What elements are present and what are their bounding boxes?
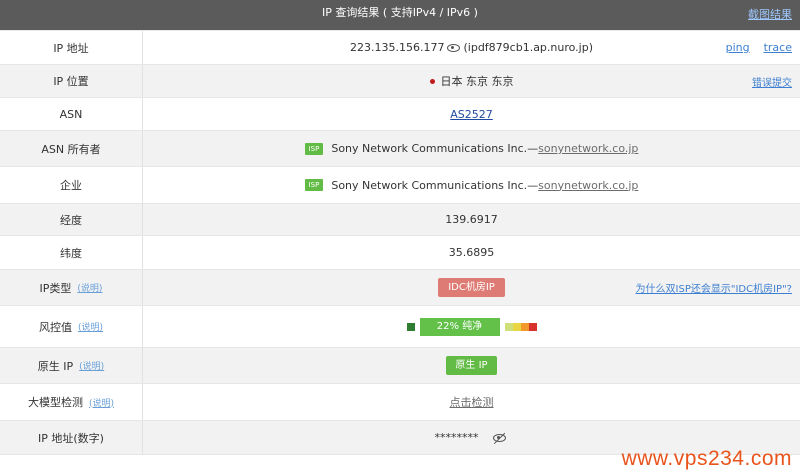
llm-check-hint-link[interactable]: (说明) [89,396,114,409]
ip-type-value: IDC机房IP 为什么双ISP还会显示"IDC机房IP"? [143,270,800,305]
isp-badge: ISP [304,179,324,191]
asn-value: AS2527 [143,98,800,130]
screenshot-result-link[interactable]: 截图结果 [748,6,792,22]
click-check-link[interactable]: 点击检测 [450,394,494,410]
risk-label-cell: 风控值 (说明) [0,306,143,347]
ip-type-label-cell: IP类型 (说明) [0,270,143,305]
native-ip-label: 原生 IP [37,359,74,373]
asn-owner-value: ISP Sony Network Communications Inc.— so… [143,131,800,166]
asn-label: ASN [0,98,143,130]
risk-scale [504,322,537,331]
location-text: 日本 东京 东京 [440,75,514,88]
native-ip-badge: 原生 IP [446,356,497,375]
ip-address-text: 223.135.156.177 [350,41,445,54]
risk-hint-link[interactable]: (说明) [78,320,103,333]
ip-type-hint-link[interactable]: (说明) [77,281,102,294]
risk-label: 风控值 [38,320,72,334]
eye-slash-icon[interactable] [492,433,506,442]
row-company: 企业 ISP Sony Network Communications Inc.—… [0,167,800,204]
asn-owner-name: Sony Network Communications Inc.— [331,142,539,155]
native-ip-value: 原生 IP [143,348,800,383]
llm-check-label: 大模型检测 [27,396,83,409]
row-risk: 风控值 (说明) 22% 纯净 [0,306,800,348]
row-ip-location: IP 位置 日本 东京 东京 错误提交 [0,65,800,98]
company-domain-link[interactable]: sonynetwork.co.jp [538,179,638,192]
latitude-value: 35.6895 [448,246,495,259]
ip-numeric-masked: ******** [434,431,479,444]
ip-type-actions: 为什么双ISP还会显示"IDC机房IP"? [636,270,792,305]
asn-link[interactable]: AS2527 [450,108,493,121]
risk-value: 22% 纯净 [143,306,800,347]
why-idc-link[interactable]: 为什么双ISP还会显示"IDC机房IP"? [636,280,792,295]
llm-check-value: 点击检测 [143,384,800,420]
llm-check-label-cell: 大模型检测 (说明) [0,384,143,420]
isp-badge: ISP [304,142,324,155]
ip-location-label: IP 位置 [0,65,143,97]
row-latitude: 纬度 35.6895 [0,236,800,270]
company-value: ISP Sony Network Communications Inc.— so… [143,167,800,203]
row-ip-type: IP类型 (说明) IDC机房IP 为什么双ISP还会显示"IDC机房IP"? [0,270,800,306]
longitude-label: 经度 [0,204,143,235]
risk-low-indicator [406,322,415,331]
native-ip-label-cell: 原生 IP (说明) [0,348,143,383]
risk-meter: 22% 纯净 [406,317,537,336]
row-llm-check: 大模型检测 (说明) 点击检测 [0,384,800,421]
ping-link[interactable]: ping [726,41,750,54]
row-asn: ASN AS2527 [0,98,800,131]
watermark: www.vps234.com [621,447,792,470]
result-header: IP 查询结果 ( 支持IPv4 / IPv6 ) 截图结果 [0,0,800,30]
risk-score-bar: 22% 纯净 [419,317,500,336]
native-ip-hint-link[interactable]: (说明) [79,359,104,372]
row-longitude: 经度 139.6917 [0,204,800,236]
trace-link[interactable]: trace [764,41,792,54]
ip-result-table: IP 地址 223.135.156.177 (ipdf879cb1.ap.nur… [0,30,800,455]
page-title: IP 查询结果 ( 支持IPv4 / IPv6 ) [322,6,478,19]
ip-numeric-label: IP 地址(数字) [0,421,143,454]
row-ip-address: IP 地址 223.135.156.177 (ipdf879cb1.ap.nur… [0,31,800,65]
idc-ip-badge[interactable]: IDC机房IP [438,278,505,297]
company-label: 企业 [0,167,143,203]
asn-owner-domain-link[interactable]: sonynetwork.co.jp [538,142,638,155]
hostname-text: (ipdf879cb1.ap.nuro.jp) [463,41,593,54]
row-native-ip: 原生 IP (说明) 原生 IP [0,348,800,384]
ip-address-value: 223.135.156.177 (ipdf879cb1.ap.nuro.jp) … [143,31,800,64]
asn-owner-label: ASN 所有者 [0,131,143,166]
risk-scale-segment [504,322,513,331]
longitude-value: 139.6917 [445,213,498,226]
ip-address-label: IP 地址 [0,31,143,64]
latitude-label: 纬度 [0,236,143,269]
ip-type-label: IP类型 [39,281,72,295]
report-error-link[interactable]: 错误提交 [752,74,792,89]
location-actions: 错误提交 [752,65,792,97]
risk-scale-segment [512,322,521,331]
row-asn-owner: ASN 所有者 ISP Sony Network Communications … [0,131,800,167]
company-name: Sony Network Communications Inc.— [331,178,539,192]
risk-scale-segment [528,322,537,331]
ip-location-value: 日本 东京 东京 错误提交 [143,65,800,97]
ip-actions: ping trace [726,31,792,64]
japan-flag-icon [429,78,435,84]
risk-scale-segment [520,322,529,331]
eye-icon[interactable] [447,43,461,52]
